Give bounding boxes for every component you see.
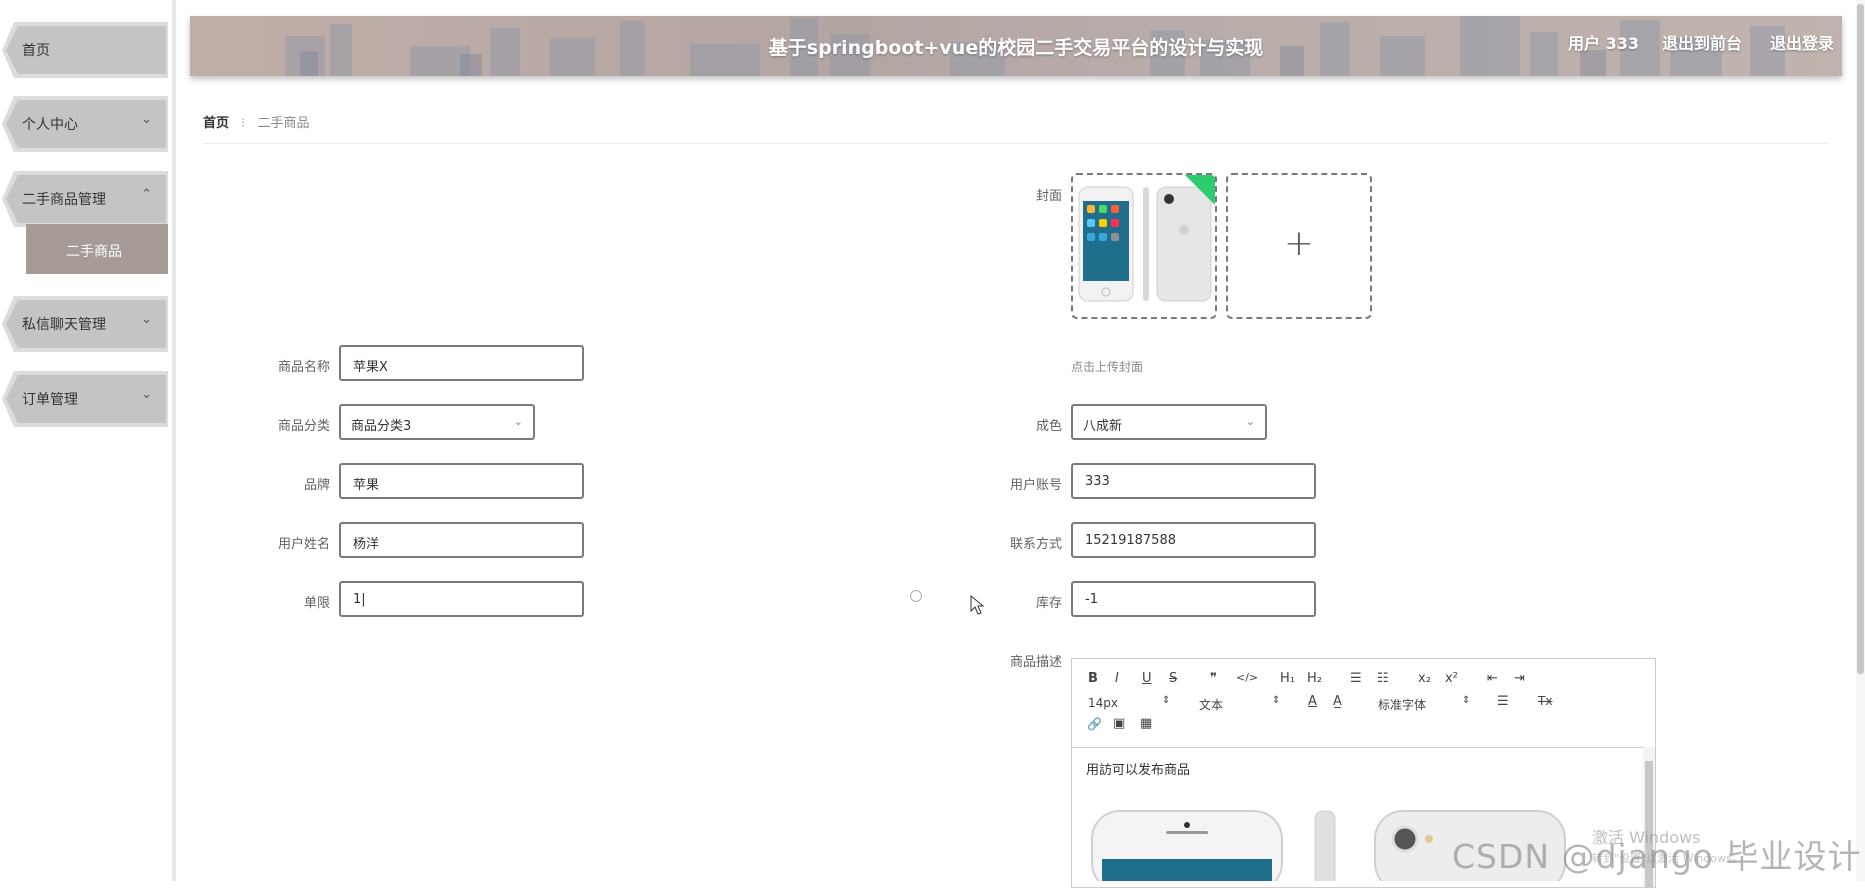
user-account-input[interactable]: 333 xyxy=(1071,463,1316,499)
logout-link[interactable]: 退出登录 xyxy=(1770,30,1834,54)
bold-icon[interactable]: B xyxy=(1088,671,1098,686)
brand-input[interactable]: 苹果 xyxy=(339,463,584,499)
phone-image xyxy=(1078,175,1215,302)
goods-category-select[interactable]: 商品分类3 ⌄ xyxy=(339,404,535,440)
cover-thumbnail[interactable] xyxy=(1071,173,1217,319)
description-label: 商品描述 xyxy=(1009,655,1062,670)
outdent-icon[interactable]: ⇤ xyxy=(1487,671,1498,686)
breadcrumb-home[interactable]: 首页 xyxy=(203,116,229,131)
italic-icon[interactable]: I xyxy=(1115,671,1119,686)
plus-icon: + xyxy=(1283,223,1315,264)
select-value: 八成新 xyxy=(1083,419,1123,434)
contact-input[interactable]: 15219187588 xyxy=(1071,522,1316,558)
sort-arrows-icon: ⇕ xyxy=(1162,695,1171,706)
image-icon[interactable]: ▣ xyxy=(1113,716,1125,731)
current-user: 用户 333 xyxy=(1568,34,1639,53)
limit-input[interactable]: 1| xyxy=(339,581,584,617)
h2-icon[interactable]: H₂ xyxy=(1307,671,1322,686)
chevron-up-icon: ⌃ xyxy=(141,187,152,202)
top-header: 基于springboot+vue的校园二手交易平台的设计与实现 用户 333 退… xyxy=(190,16,1842,76)
bullet-list-icon[interactable]: ☷ xyxy=(1377,671,1389,686)
sidebar-subitem-second-hand-goods[interactable]: 二手商品 xyxy=(26,224,168,274)
chevron-down-icon: ⌄ xyxy=(141,112,152,127)
sidebar-item-label: 二手商品管理 xyxy=(22,192,106,208)
condition-select[interactable]: 八成新 ⌄ xyxy=(1071,404,1267,440)
editor-content-text: 用訪可以发布商品 xyxy=(1086,763,1191,778)
contact-label: 联系方式 xyxy=(1009,537,1062,552)
ordered-list-icon[interactable]: ☰ xyxy=(1350,671,1362,686)
cover-upload-button[interactable]: + xyxy=(1226,173,1372,319)
sidebar-item-chat-management[interactable]: 私信聊天管理 ⌄ xyxy=(0,296,172,352)
code-icon[interactable]: </> xyxy=(1236,671,1258,684)
stock-input[interactable]: -1 xyxy=(1071,581,1316,617)
sidebar-item-home[interactable]: 首页 xyxy=(0,22,172,78)
strike-icon[interactable]: S xyxy=(1169,671,1177,686)
select-value: 商品分类3 xyxy=(351,419,412,434)
subscript-icon[interactable]: x₂ xyxy=(1418,671,1431,686)
sidebar-subitem-label: 二手商品 xyxy=(66,244,122,260)
condition-label: 成色 xyxy=(1035,419,1062,434)
sidebar-item-label: 个人中心 xyxy=(22,117,78,133)
sidebar-item-personal-center[interactable]: 个人中心 ⌄ xyxy=(0,96,172,152)
limit-label: 单限 xyxy=(303,596,330,611)
page-scrollbar[interactable] xyxy=(1856,0,1865,881)
clear-circle-icon xyxy=(910,590,922,602)
chevron-down-icon: ⌄ xyxy=(513,415,523,428)
csdn-watermark: CSDN @django 毕业设计 xyxy=(1452,837,1862,876)
sort-arrows-icon: ⇕ xyxy=(1462,695,1471,706)
username-input[interactable]: 杨洋 xyxy=(339,522,584,558)
chevron-down-icon: ⌄ xyxy=(141,312,152,327)
breadcrumb-current: 二手商品 xyxy=(257,116,310,131)
clear-format-icon[interactable]: Tx xyxy=(1538,694,1552,708)
underline-icon[interactable]: U xyxy=(1142,671,1152,686)
video-icon[interactable]: ▦ xyxy=(1140,716,1152,731)
exit-to-frontend-link[interactable]: 退出到前台 xyxy=(1662,30,1742,54)
goods-name-input[interactable]: 苹果X xyxy=(339,345,584,381)
breadcrumb-separator: ⁝ xyxy=(241,116,246,131)
goods-category-label: 商品分类 xyxy=(277,419,330,434)
superscript-icon[interactable]: x² xyxy=(1445,671,1458,686)
breadcrumb-divider xyxy=(203,143,1828,144)
sidebar-item-label: 订单管理 xyxy=(22,392,78,408)
background-color-icon[interactable]: A̲ xyxy=(1333,694,1342,709)
mouse-cursor-icon xyxy=(970,595,985,615)
align-icon[interactable]: ☰ xyxy=(1497,694,1509,709)
font-size-select[interactable]: 14px xyxy=(1088,696,1118,710)
cover-label: 封面 xyxy=(1035,189,1062,204)
username-label: 用户姓名 xyxy=(277,537,330,552)
brand-label: 品牌 xyxy=(303,478,330,493)
sidebar-item-label: 首页 xyxy=(22,43,50,59)
h1-icon[interactable]: H₁ xyxy=(1280,671,1295,686)
upload-hint: 点击上传封面 xyxy=(1071,360,1144,374)
quote-icon[interactable]: ❞ xyxy=(1210,671,1217,686)
chevron-down-icon: ⌄ xyxy=(1245,415,1255,428)
goods-name-label: 商品名称 xyxy=(277,360,330,375)
sort-arrows-icon: ⇕ xyxy=(1272,695,1281,706)
text-style-select[interactable]: 文本 xyxy=(1199,696,1223,713)
breadcrumb: 首页 ⁝ 二手商品 xyxy=(203,112,309,131)
font-family-select[interactable]: 标准字体 xyxy=(1378,696,1426,713)
indent-icon[interactable]: ⇥ xyxy=(1514,671,1525,686)
user-account-label: 用户账号 xyxy=(1009,478,1062,493)
sidebar: 首页 个人中心 ⌄ 二手商品管理 ⌃ 二手商品 私信聊天管理 ⌄ 订单管理 ⌄ xyxy=(0,0,176,881)
sidebar-item-label: 私信聊天管理 xyxy=(22,317,106,333)
font-color-icon[interactable]: A xyxy=(1308,694,1317,709)
chevron-down-icon: ⌄ xyxy=(141,387,152,402)
sidebar-item-order-management[interactable]: 订单管理 ⌄ xyxy=(0,371,172,427)
sidebar-item-goods-management[interactable]: 二手商品管理 ⌃ xyxy=(0,171,172,227)
editor-toolbar: B I U S ❞ </> H₁ H₂ ☰ ☷ x₂ x² ⇤ ⇥ 14px ⇕… xyxy=(1072,659,1655,748)
link-icon[interactable]: 🔗 xyxy=(1087,717,1102,731)
